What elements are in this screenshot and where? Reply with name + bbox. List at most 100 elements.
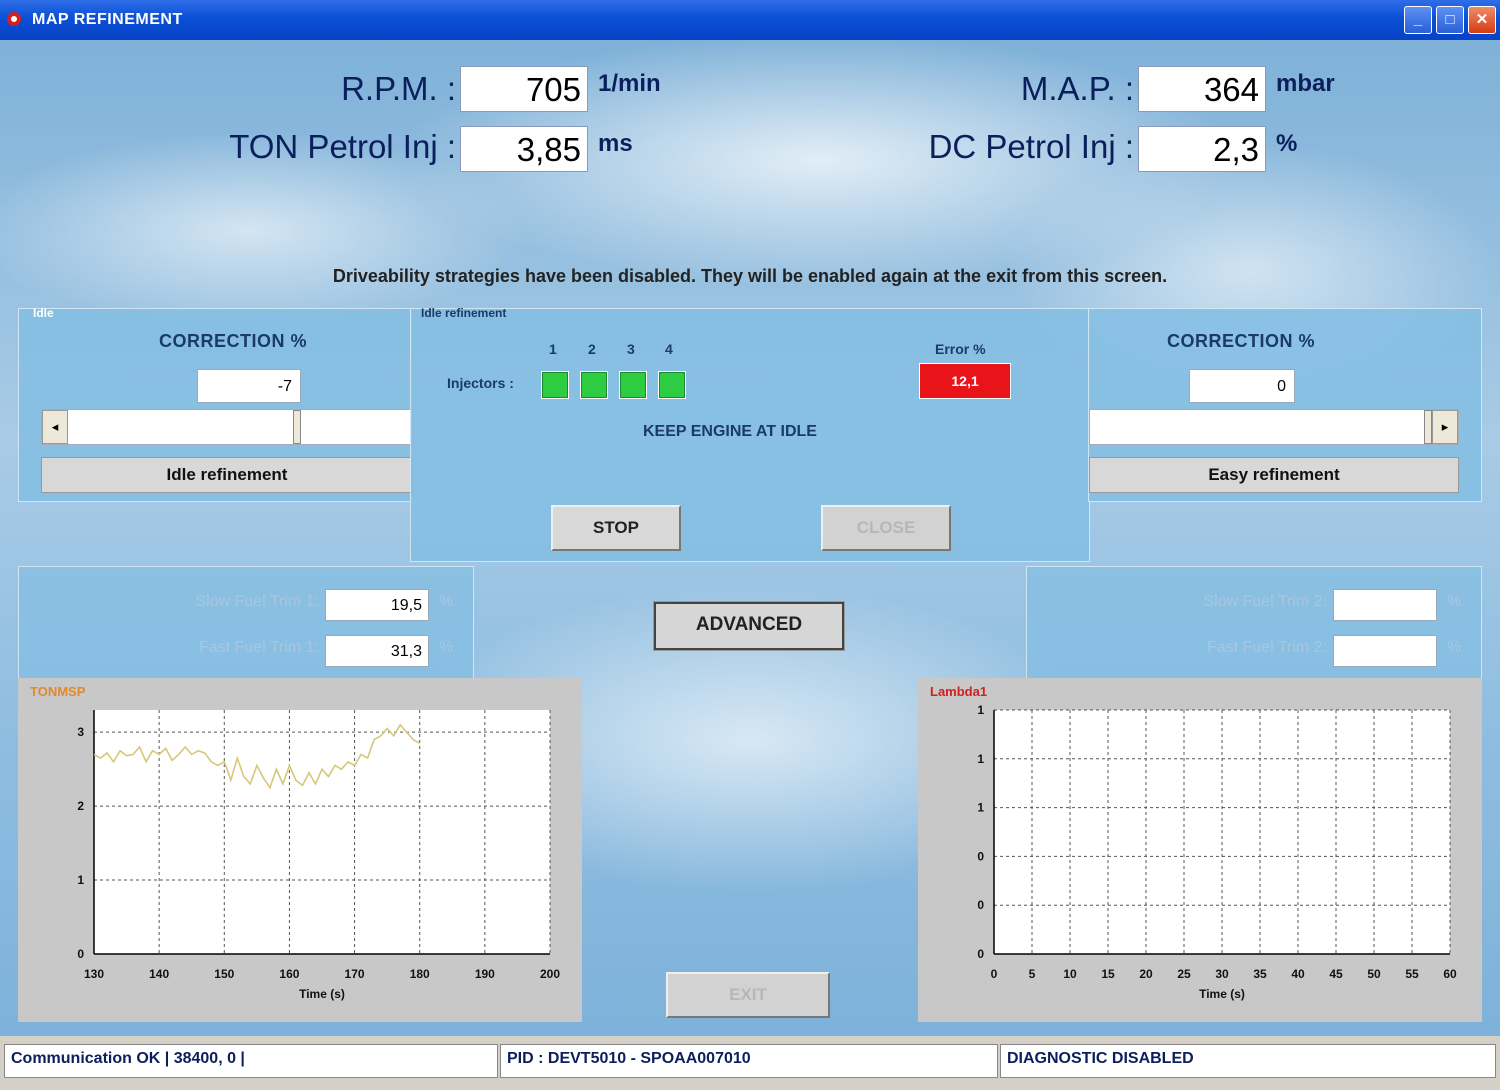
lambda-x-tick-label: 50: [1367, 967, 1381, 981]
fast-fuel-trim-2-unit: %: [1447, 639, 1462, 656]
tonmsp-y-tick-label: 1: [77, 873, 84, 887]
lambda-x-tick-label: 20: [1139, 967, 1153, 981]
injector-number-4: 4: [665, 341, 673, 357]
ton-unit: ms: [598, 130, 633, 157]
idle-slider-thumb[interactable]: [293, 410, 301, 444]
injector-number-3: 3: [627, 341, 635, 357]
tonmsp-x-tick-label: 150: [214, 967, 234, 981]
idle-correction-slider[interactable]: ◂: [41, 409, 413, 445]
dc-label: DC Petrol Inj :: [928, 128, 1134, 165]
fast-fuel-trim-2-value: [1333, 635, 1437, 667]
lambda-x-tick-label: 10: [1063, 967, 1077, 981]
app-icon: [7, 12, 21, 26]
error-label: Error %: [935, 341, 986, 357]
dc-unit: %: [1276, 130, 1298, 157]
lambda-x-tick-label: 5: [1029, 967, 1036, 981]
slow-fuel-trim-1-unit: %: [439, 593, 454, 610]
dc-value: 2,3: [1138, 126, 1266, 172]
idle-message: KEEP ENGINE AT IDLE: [643, 423, 817, 440]
tonmsp-x-tick-label: 200: [540, 967, 560, 981]
easy-correction-value: 0: [1189, 369, 1295, 403]
slow-fuel-trim-2-value: [1333, 589, 1437, 621]
tonmsp-y-tick-label: 3: [77, 725, 84, 739]
lambda-y-tick-label: 1: [977, 752, 984, 766]
injectors-label: Injectors :: [447, 375, 514, 391]
scroll-right-icon[interactable]: ▸: [1432, 410, 1458, 444]
injector-1-indicator: [541, 371, 569, 399]
scroll-left-icon[interactable]: ◂: [42, 410, 68, 444]
close-button[interactable]: ✕: [1468, 6, 1496, 34]
status-bar: Communication OK | 38400, 0 | PID : DEVT…: [0, 1036, 1500, 1090]
tonmsp-x-tick-label: 190: [475, 967, 495, 981]
tonmsp-x-tick-label: 130: [84, 967, 104, 981]
fast-fuel-trim-2-label: Fast Fuel Trim 2:: [1206, 639, 1327, 656]
lambda-x-tick-label: 40: [1291, 967, 1305, 981]
lambda-y-tick-label: 1: [977, 703, 984, 717]
tonmsp-x-axis-label: Time (s): [299, 987, 345, 1001]
idle-panel-legend: Idle: [33, 306, 54, 320]
easy-panel: CORRECTION % 0 ▸ Easy refinement: [1088, 308, 1482, 502]
rpm-unit: 1/min: [598, 70, 661, 97]
ton-value: 3,85: [460, 126, 588, 172]
lambda-y-tick-label: 0: [977, 849, 984, 863]
map-unit: mbar: [1276, 70, 1335, 97]
center-panel-legend: Idle refinement: [421, 306, 507, 320]
lambda-x-tick-label: 0: [991, 967, 998, 981]
tonmsp-chart-panel: TONMSP 130 140 150 160 170 180 190 200 0 1 2 3 Time …: [18, 678, 582, 1022]
lambda-x-axis-label: Time (s): [1199, 987, 1245, 1001]
lambda-x-tick-label: 60: [1443, 967, 1457, 981]
exit-button[interactable]: EXIT: [666, 972, 830, 1018]
map-value: 364: [1138, 66, 1266, 112]
title-bar: MAP REFINEMENT _ □ ✕: [0, 0, 1500, 40]
lambda-x-tick-label: 45: [1329, 967, 1343, 981]
easy-slider-thumb[interactable]: [1424, 410, 1432, 444]
status-communication: Communication OK | 38400, 0 |: [4, 1044, 498, 1078]
tonmsp-chart: 130 140 150 160 170 180 190 200 0 1 2 3 Time (s): [77, 710, 560, 1001]
status-pid: PID : DEVT5010 - SPOAA007010: [500, 1044, 998, 1078]
lambda-chart-panel: Lambda1 0 5 10 15 20 25 30 35 40 45 50 55 60 0 0 0 1 1 1 Ti…: [918, 678, 1482, 1022]
injector-4-indicator: [658, 371, 686, 399]
lambda-y-tick-label: 1: [977, 801, 984, 815]
fuel-trim-left-panel: Slow Fuel Trim 1: 19,5 % Fast Fuel Trim …: [18, 566, 474, 684]
idle-correction-label: CORRECTION %: [159, 331, 308, 351]
fast-fuel-trim-1-value: 31,3: [325, 635, 429, 667]
easy-correction-label: CORRECTION %: [1167, 331, 1316, 351]
tonmsp-x-tick-label: 170: [345, 967, 365, 981]
notice-text: Driveability strategies have been disabl…: [332, 266, 1168, 286]
slow-fuel-trim-1-value: 19,5: [325, 589, 429, 621]
map-label: M.A.P. :: [1020, 70, 1134, 107]
stop-button[interactable]: STOP: [551, 505, 681, 551]
injector-number-1: 1: [549, 341, 557, 357]
main-area: R.P.M. : 705 1/min TON Petrol Inj : 3,85…: [0, 40, 1500, 1036]
maximize-button[interactable]: □: [1436, 6, 1464, 34]
tonmsp-x-tick-label: 180: [410, 967, 430, 981]
fuel-trim-right-panel: Slow Fuel Trim 2: % Fast Fuel Trim 2: %: [1026, 566, 1482, 684]
close-button-panel[interactable]: CLOSE: [821, 505, 951, 551]
lambda-y-tick-label: 0: [977, 898, 984, 912]
tonmsp-plot-area: [94, 710, 550, 954]
lambda-y-tick-label: 0: [977, 947, 984, 961]
lambda-x-tick-label: 55: [1405, 967, 1419, 981]
fast-fuel-trim-1-label: Fast Fuel Trim 1:: [198, 639, 319, 656]
easy-refinement-button[interactable]: Easy refinement: [1089, 457, 1459, 493]
minimize-button[interactable]: _: [1404, 6, 1432, 34]
slow-fuel-trim-2-unit: %: [1447, 593, 1462, 610]
lambda-x-tick-label: 25: [1177, 967, 1191, 981]
status-diagnostic: DIAGNOSTIC DISABLED: [1000, 1044, 1496, 1078]
injector-number-2: 2: [588, 341, 596, 357]
lambda-x-tick-label: 35: [1253, 967, 1267, 981]
tonmsp-y-tick-label: 0: [77, 947, 84, 961]
ton-label: TON Petrol Inj :: [229, 128, 456, 165]
error-value: 12,1: [919, 363, 1011, 399]
lambda-chart: 0 5 10 15 20 25 30 35 40 45 50 55 60000111Time (s): [977, 703, 1457, 1001]
idle-refinement-button[interactable]: Idle refinement: [41, 457, 413, 493]
advanced-button[interactable]: ADVANCED: [653, 601, 845, 651]
idle-refinement-panel: Idle refinement 1 2 3 4 Injectors : Erro…: [410, 306, 1090, 562]
slow-fuel-trim-1-label: Slow Fuel Trim 1:: [195, 593, 319, 610]
tonmsp-x-tick-label: 140: [149, 967, 169, 981]
easy-correction-slider[interactable]: ▸: [1089, 409, 1459, 445]
idle-panel: Idle CORRECTION % -7 ◂ Idle refinement: [18, 306, 413, 502]
tonmsp-x-tick-label: 160: [279, 967, 299, 981]
injector-3-indicator: [619, 371, 647, 399]
window-title: MAP REFINEMENT: [32, 11, 183, 28]
